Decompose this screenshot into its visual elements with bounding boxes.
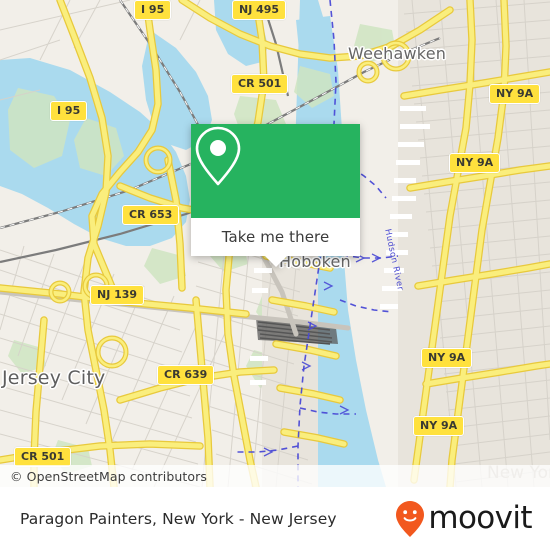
footer-bar: Paragon Painters, New York - New Jersey … (0, 487, 550, 550)
location-callout-card[interactable]: Take me there (191, 124, 360, 267)
map-shield-ny-9a-4[interactable]: NY 9A (413, 416, 465, 436)
moovit-wordmark: moovit (428, 500, 532, 536)
map-shield-cr-653[interactable]: CR 653 (122, 205, 180, 225)
moovit-logo[interactable]: moovit (395, 500, 533, 538)
map-shield-cr-501-south[interactable]: CR 501 (14, 447, 72, 467)
map-shield-ny-9a-3[interactable]: NY 9A (421, 348, 473, 368)
map-shield-i-95-north[interactable]: I 95 (134, 0, 172, 20)
page-title: Paragon Painters, New York - New Jersey (20, 509, 337, 528)
map-shield-ny-9a-2[interactable]: NY 9A (449, 153, 501, 173)
map-shield-nj-139[interactable]: NJ 139 (90, 285, 145, 305)
map-shield-cr-639[interactable]: CR 639 (157, 365, 215, 385)
take-me-there-label: Take me there (221, 228, 330, 246)
map-screenshot: Weehawken Hoboken Jersey City New York H… (0, 0, 550, 550)
openstreetmap-attribution[interactable]: © OpenStreetMap contributors (0, 469, 207, 484)
callout-action-bar[interactable]: Take me there (191, 218, 360, 267)
map-shield-ny-9a-1[interactable]: NY 9A (489, 84, 541, 104)
map-shield-i-95-west[interactable]: I 95 (50, 101, 88, 121)
map-shield-nj-495[interactable]: NJ 495 (232, 0, 287, 20)
map-canvas[interactable]: Weehawken Hoboken Jersey City New York H… (0, 0, 550, 487)
callout-pin-panel (191, 124, 360, 218)
moovit-smiley-pin-icon (396, 500, 425, 537)
callout-tail-pointer (264, 256, 287, 267)
map-shield-cr-501-north[interactable]: CR 501 (231, 74, 289, 94)
map-attribution-bar: © OpenStreetMap contributors (0, 465, 550, 487)
location-pin-icon (195, 126, 241, 186)
